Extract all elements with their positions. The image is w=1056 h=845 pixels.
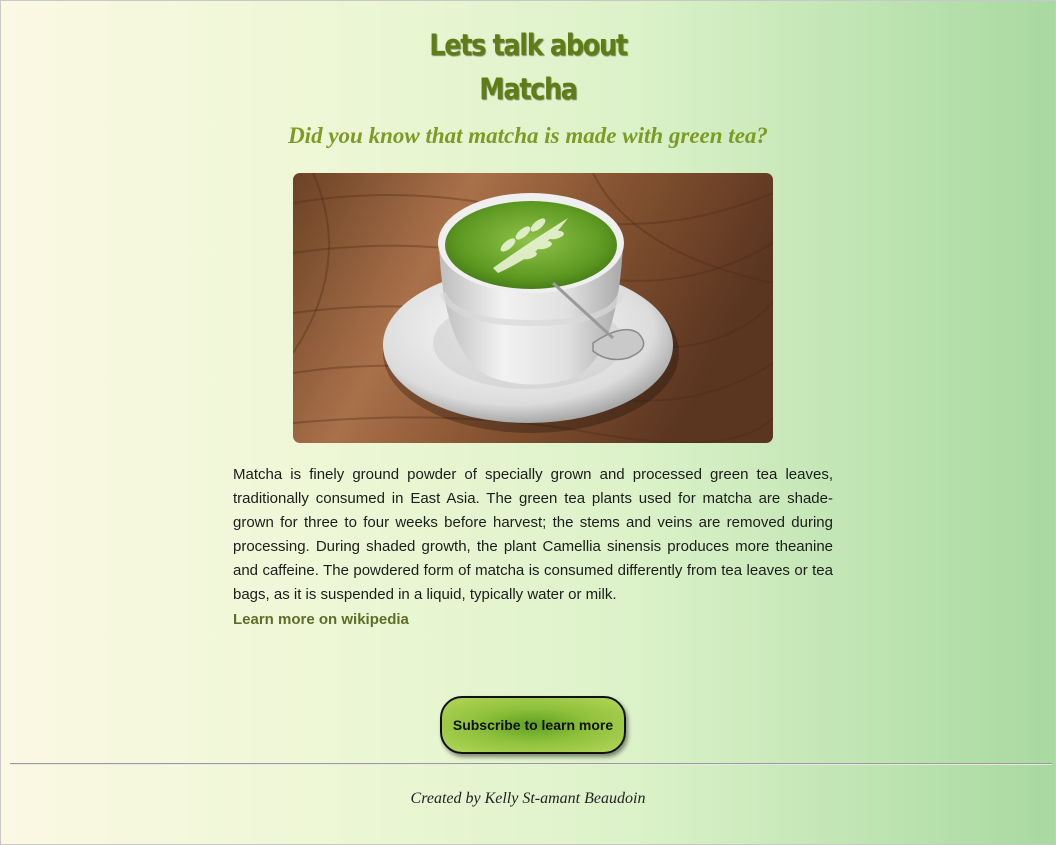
subscribe-button[interactable]: Subscribe to learn more (440, 696, 626, 754)
footer-divider (10, 763, 1052, 765)
title-line-1: Lets talk about (429, 28, 628, 62)
matcha-latte-image (293, 173, 773, 443)
page-title: Lets talk about Matcha (64, 23, 992, 111)
footer-credit: Created by Kelly St-amant Beaudoin (410, 790, 646, 807)
page-subtitle: Did you know that matcha is made with gr… (288, 123, 768, 148)
title-line-2: Matcha (479, 72, 578, 106)
wikipedia-link[interactable]: Learn more on wikipedia (233, 608, 409, 632)
matcha-description: Matcha is finely ground powder of specia… (233, 466, 833, 603)
